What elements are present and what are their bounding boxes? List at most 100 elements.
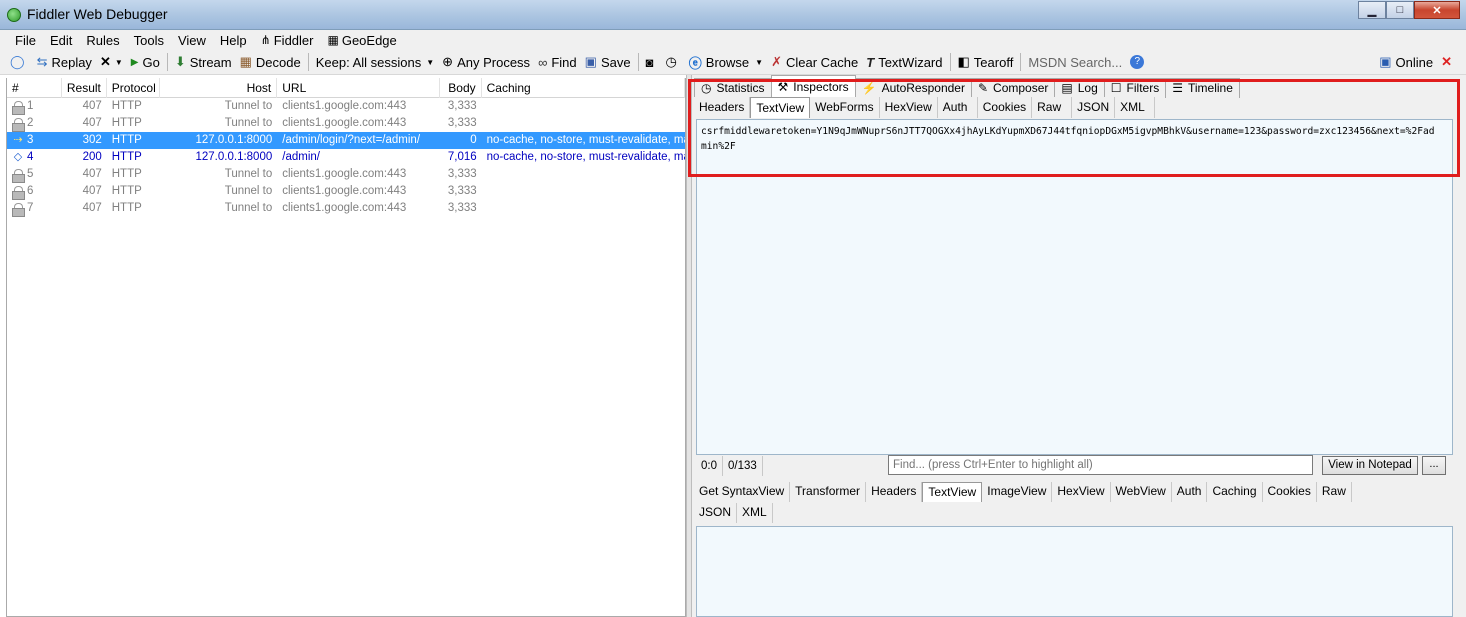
column-header-body[interactable]: Body <box>440 78 482 98</box>
cell-protocol: HTTP <box>111 117 142 129</box>
window-controls: ▁ □ ✕ <box>1358 1 1460 19</box>
textwizard-button[interactable]: T TextWizard <box>862 51 946 73</box>
response-tab-json[interactable]: JSON <box>694 503 738 523</box>
column-header-url[interactable]: URL <box>277 78 440 98</box>
stream-button[interactable]: ⬇ Stream <box>171 51 236 73</box>
close-icon: ✕ <box>1441 54 1452 69</box>
cell-url: clients1.google.com:443 <box>282 185 407 197</box>
session-row[interactable]: ◇ 4 200 HTTP 127.0.0.1:8000/admin/7,016 no-ca… <box>7 149 685 166</box>
stopwatch-icon: ◷ <box>665 54 677 69</box>
save-button[interactable]: ▣ Save <box>581 51 635 73</box>
cell-number: 5 <box>7 166 62 183</box>
cell-url: clients1.google.com:443 <box>282 168 407 180</box>
response-body-view[interactable] <box>696 526 1453 617</box>
response-tab-headers[interactable]: Headers <box>866 482 923 502</box>
remove-button[interactable]: ✕ ▼ <box>96 51 127 73</box>
column-header-caching[interactable]: Caching <box>482 78 685 98</box>
comment-button[interactable]: ◯ <box>6 51 33 73</box>
panel-scrollbar[interactable] <box>1455 119 1466 617</box>
response-tab-cookies[interactable]: Cookies <box>1263 482 1317 502</box>
go-button[interactable]: ▶ Go <box>127 51 164 73</box>
help-icon: ? <box>1130 55 1145 69</box>
keep-sessions-dropdown[interactable]: Keep: All sessions ▼ <box>312 51 438 73</box>
textview-status-bar: 0:0 0/133 View in Notepad ... <box>696 455 1453 477</box>
msdn-search-input[interactable]: MSDN Search... <box>1024 55 1126 70</box>
response-tab-get-syntaxview[interactable]: Get SyntaxView <box>694 482 791 502</box>
cell-result: 302 <box>82 134 102 146</box>
cell-result: 407 <box>82 185 102 197</box>
timer-button[interactable]: ◷ <box>661 51 684 73</box>
cell-result: 407 <box>82 168 102 180</box>
chevron-down-icon: ▼ <box>426 57 435 67</box>
menu-file[interactable]: File <box>8 30 43 50</box>
online-indicator[interactable]: ▣ Online <box>1375 51 1437 73</box>
session-row[interactable]: 7 407 HTTP Tunnel to clients1.google.com:443… <box>7 200 685 217</box>
toolbar-separator <box>949 53 951 71</box>
speech-bubble-icon: ◯ <box>10 54 25 69</box>
maximize-button[interactable]: □ <box>1386 1 1414 19</box>
response-tab-webview[interactable]: WebView <box>1111 482 1172 502</box>
column-header-protocol[interactable]: Protocol <box>107 78 160 98</box>
response-tab-imageview[interactable]: ImageView <box>982 482 1053 502</box>
window-title: Fiddler Web Debugger <box>27 6 168 22</box>
close-toolbar-button[interactable]: ✕ <box>1437 51 1456 73</box>
view-in-notepad-button[interactable]: View in Notepad <box>1322 456 1418 475</box>
cell-number: 7 <box>7 200 62 217</box>
cell-number: 6 <box>7 183 62 200</box>
tearoff-button[interactable]: ◧ Tearoff <box>954 51 1018 73</box>
find-button[interactable]: ∞ Find <box>534 51 581 73</box>
binoculars-icon: ∞ <box>538 54 548 70</box>
sessions-header: # Result Protocol Host URL Body Caching <box>7 78 685 98</box>
session-row[interactable]: 2 407 HTTP Tunnel to clients1.google.com:443… <box>7 115 685 132</box>
cell-protocol: HTTP <box>111 134 142 146</box>
network-icon: ▣ <box>1379 54 1392 69</box>
session-row[interactable]: 5 407 HTTP Tunnel to clients1.google.com:443… <box>7 166 685 183</box>
remove-x-icon: ✕ <box>99 54 111 69</box>
cell-result: 407 <box>82 117 102 129</box>
ie-browser-icon: ⓔ <box>688 55 702 71</box>
camera-icon: ◙ <box>645 54 654 70</box>
menu-help[interactable]: Help <box>213 30 254 50</box>
response-tab-auth[interactable]: Auth <box>1172 482 1208 502</box>
minimize-button[interactable]: ▁ <box>1358 1 1386 19</box>
decode-icon: ▦ <box>239 54 252 69</box>
replay-icon: ⇆ <box>36 54 48 69</box>
help-button[interactable]: ? <box>1126 51 1152 73</box>
textwizard-icon: T <box>866 54 875 70</box>
response-tab-hexview[interactable]: HexView <box>1052 482 1111 502</box>
column-header-number[interactable]: # <box>7 78 62 98</box>
response-tab-textview[interactable]: TextView <box>922 482 983 502</box>
cell-body: 3,333 <box>447 100 477 112</box>
cell-number: 1 <box>7 98 62 115</box>
title-bar: Fiddler Web Debugger ▁ □ ✕ <box>0 0 1466 30</box>
browse-button[interactable]: ⓔ Browse ▼ <box>685 51 767 73</box>
clear-cache-button[interactable]: ✗ Clear Cache <box>767 51 862 73</box>
column-header-host[interactable]: Host <box>160 78 278 98</box>
cell-protocol: HTTP <box>111 151 142 163</box>
menu-tools[interactable]: Tools <box>127 30 171 50</box>
more-options-button[interactable]: ... <box>1422 456 1446 475</box>
response-tab-xml[interactable]: XML <box>737 503 773 523</box>
any-process-button[interactable]: ⊕ Any Process <box>438 51 534 73</box>
menu-fiddler[interactable]: ⋔ Fiddler <box>254 30 321 50</box>
cell-result: 407 <box>82 100 102 112</box>
lock-icon <box>12 202 25 217</box>
menu-geoedge[interactable]: ▦ GeoEdge <box>320 30 403 50</box>
find-input[interactable] <box>888 455 1313 475</box>
column-header-result[interactable]: Result <box>62 78 107 98</box>
menu-rules[interactable]: Rules <box>79 30 126 50</box>
close-window-button[interactable]: ✕ <box>1414 1 1460 19</box>
response-tab-raw[interactable]: Raw <box>1317 482 1352 502</box>
response-tab-transformer[interactable]: Transformer <box>790 482 867 502</box>
menu-view[interactable]: View <box>171 30 213 50</box>
session-row[interactable]: 1 407 HTTP Tunnel to clients1.google.com:443… <box>7 98 685 115</box>
fiddler-icon: ⋔ <box>260 32 271 47</box>
screenshot-button[interactable]: ◙ <box>642 51 662 73</box>
toolbar-separator <box>1020 53 1022 71</box>
menu-edit[interactable]: Edit <box>43 30 79 50</box>
decode-button[interactable]: ▦ Decode <box>236 51 305 73</box>
response-tab-caching[interactable]: Caching <box>1207 482 1263 502</box>
session-row[interactable]: 6 407 HTTP Tunnel to clients1.google.com:443… <box>7 183 685 200</box>
session-row[interactable]: ⇢ 3 302 HTTP 127.0.0.1:8000/admin/login/?nex… <box>7 132 685 149</box>
replay-button[interactable]: ⇆ Replay <box>33 51 96 73</box>
